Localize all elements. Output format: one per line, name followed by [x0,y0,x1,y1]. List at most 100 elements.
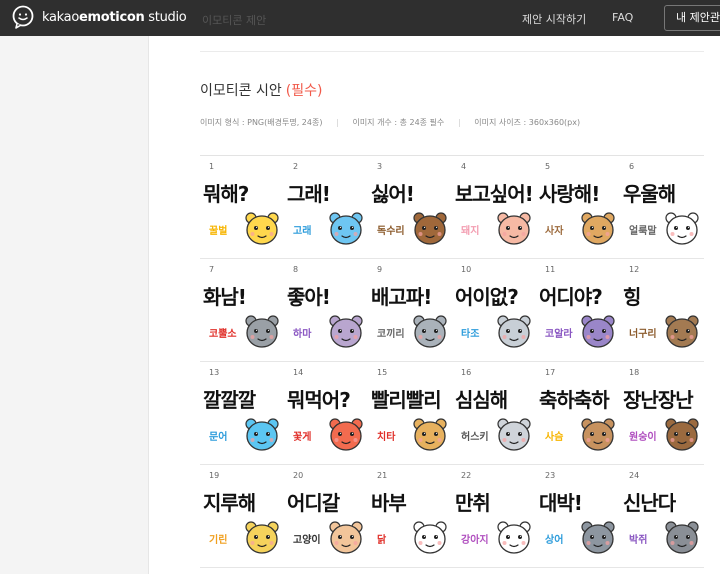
emoticon-cell[interactable]: 11 어디야? 코알라 [536,259,620,362]
emoticon-cell[interactable]: 3 싫어! 독수리 [368,156,452,259]
octopus-character-icon [245,418,279,451]
emoticon-cell[interactable]: 13 깔깔깔 문어 [200,362,284,465]
animal-name: 치타 [377,432,396,443]
faded-page-tab: 이모티콘 제안 [202,14,267,27]
animal-name: 사슴 [545,432,564,443]
spec-count: 이미지 개수 : 총 24종 필수 [352,118,445,127]
animal-name: 너구리 [629,329,657,340]
animal-name: 고양이 [293,535,321,546]
emoticon-number: 21 [377,471,388,480]
emoticon-number: 14 [293,368,304,377]
emoticon-number: 8 [293,265,299,274]
emoticon-cell[interactable]: 2 그래! 고래 [284,156,368,259]
animal-name: 코알라 [545,329,573,340]
emoticon-cell[interactable]: 8 좋아! 하마 [284,259,368,362]
emoticon-cell[interactable]: 15 빨리빨리 치타 [368,362,452,465]
emoticon-number: 7 [209,265,215,274]
left-sidebar [0,36,149,574]
emoticon-cell[interactable]: 7 화남! 코뿔소 [200,259,284,362]
animal-name: 코뿔소 [209,329,237,340]
nav-start-proposal[interactable]: 제안 시작하기 [522,11,586,27]
emoticon-cell[interactable]: 10 어이없? 타조 [452,259,536,362]
emoticon-caption: 신난다 [623,491,676,515]
emoticon-number: 9 [377,265,383,274]
emoticon-cell[interactable]: 18 장난장난 원숭이 [620,362,704,465]
animal-name: 문어 [209,432,228,443]
animal-name: 꽃게 [293,432,312,443]
animal-name: 돼지 [461,226,480,237]
emoticon-number: 3 [377,162,383,171]
emoticon-cell[interactable]: 12 힝너구리 [620,259,704,362]
divider [200,51,704,52]
kakao-emoticon-studio-logo[interactable]: kakaoemoticon studio [11,5,187,29]
emoticon-number: 13 [209,368,220,377]
emoticon-cell[interactable]: 1 뭐해? 꿀벌 [200,156,284,259]
emoticon-grid: 1 뭐해? 꿀벌 2 그래! 고래 3 싫어! 독수리 4 보고싶어! 돼지 5 사랑해! 사자 6 우울해 얼룩… [200,156,710,568]
pig-character-icon [497,212,531,245]
emoticon-number: 6 [629,162,635,171]
animal-name: 꿀벌 [209,226,228,237]
husky-character-icon [497,418,531,451]
shark-character-icon [581,521,615,554]
emoticon-cell[interactable]: 22 만취 강아지 [452,465,536,568]
emoticon-cell[interactable]: 19 지루해 기린 [200,465,284,568]
emoticon-caption: 뭐먹어? [287,388,351,412]
emoticon-cell[interactable]: 21 바부 닭 [368,465,452,568]
section-title-text: 이모티콘 시안 [200,83,282,99]
emoticon-cell[interactable]: 23 대박! 상어 [536,465,620,568]
emoticon-caption: 좋아! [287,285,331,309]
top-navigation-bar: kakaoemoticon studio 이모티콘 제안 제안 시작하기 FAQ… [0,0,720,36]
hippo-character-icon [329,315,363,348]
emoticon-number: 1 [209,162,215,171]
emoticon-number: 4 [461,162,467,171]
giraffe-character-icon [245,521,279,554]
emoticon-number: 16 [461,368,472,377]
emoticon-cell[interactable]: 4 보고싶어! 돼지 [452,156,536,259]
animal-name: 허스키 [461,432,489,443]
crab-character-icon [329,418,363,451]
bat-character-icon [665,521,699,554]
animal-name: 강아지 [461,535,489,546]
emoticon-cell[interactable]: 9 배고파! 코끼리 [368,259,452,362]
emoticon-number: 2 [293,162,299,171]
monkey-character-icon [665,418,699,451]
emoticon-cell[interactable]: 5 사랑해! 사자 [536,156,620,259]
emoticon-caption: 그래! [287,182,331,206]
koala-character-icon [581,315,615,348]
spec-size: 이미지 사이즈 : 360x360(px) [474,118,581,127]
emoticon-number: 23 [545,471,556,480]
spec-format: 이미지 형식 : PNG(배경투명, 24종) [200,118,323,127]
eagle-character-icon [413,212,447,245]
emoticon-cell[interactable]: 6 우울해 얼룩말 [620,156,704,259]
cheetah-character-icon [413,418,447,451]
animal-name: 닭 [377,535,387,546]
emoticon-cell[interactable]: 20 어디갈 고양이 [284,465,368,568]
raccoon-character-icon [665,315,699,348]
emoticon-caption: 힝 [623,285,641,309]
animal-name: 원숭이 [629,432,657,443]
emoticon-caption: 축하축하 [539,388,610,412]
emoticon-caption: 배고파! [371,285,432,309]
emoticon-caption: 싫어! [371,182,415,206]
animal-name: 상어 [545,535,564,546]
emoticon-cell[interactable]: 24 신난다 박쥐 [620,465,704,568]
animal-name: 독수리 [377,226,405,237]
emoticon-number: 12 [629,265,640,274]
emoticon-caption: 화남! [203,285,247,309]
section-title: 이모티콘 시안 (필수) [200,80,322,100]
emoticon-caption: 심심해 [455,388,508,412]
nav-faq[interactable]: FAQ [612,11,633,24]
emoticon-number: 22 [461,471,472,480]
zebra-character-icon [665,212,699,245]
emoticon-number: 17 [545,368,556,377]
emoticon-number: 19 [209,471,220,480]
bee-character-icon [245,212,279,245]
emoticon-cell[interactable]: 17 축하축하사슴 [536,362,620,465]
emoticon-cell[interactable]: 16 심심해허스키 [452,362,536,465]
my-proposals-button[interactable]: 내 제안관리 [664,5,720,31]
elephant-character-icon [413,315,447,348]
emoticon-caption: 어디야? [539,285,603,309]
cat-character-icon [329,521,363,554]
emoticon-number: 15 [377,368,388,377]
emoticon-cell[interactable]: 14 뭐먹어? 꽃게 [284,362,368,465]
